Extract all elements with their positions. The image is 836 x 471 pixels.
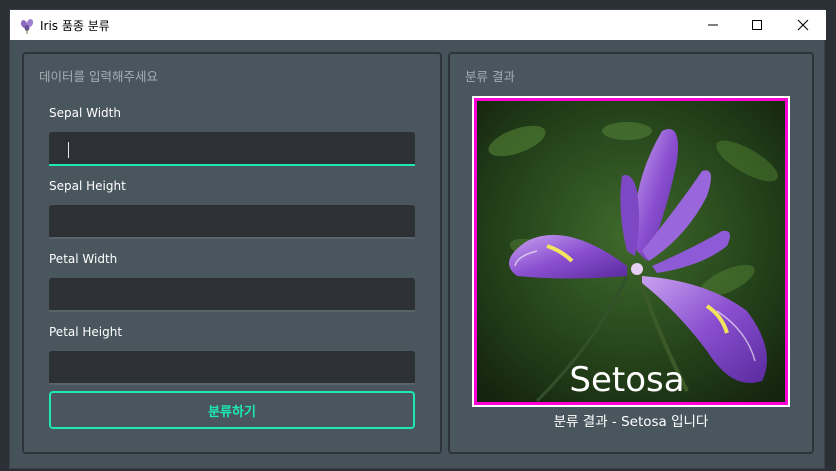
image-caption: Setosa (569, 360, 684, 400)
result-panel-title: 분류 결과 (465, 69, 515, 84)
input-panel-title: 데이터를 입력해주세요 (39, 69, 158, 84)
petal-width-input[interactable] (49, 278, 415, 312)
text-caret (68, 142, 69, 158)
petal-width-label: Petal Width (49, 252, 118, 266)
sepal-width-label: Sepal Width (49, 106, 121, 120)
window-title: Iris 품종 분류 (40, 19, 110, 33)
title-bar: Iris 품종 분류 (10, 10, 826, 40)
iris-flower-image: Setosa (477, 101, 785, 402)
classify-button[interactable]: 분류하기 (49, 391, 415, 429)
sepal-height-input[interactable] (49, 205, 415, 239)
iris-flower-icon (18, 16, 36, 34)
sepal-width-input[interactable] (49, 132, 415, 166)
result-text: 분류 결과 - Setosa 입니다 (553, 414, 709, 430)
result-image: Setosa (474, 98, 788, 405)
close-icon (797, 19, 809, 31)
close-button[interactable] (780, 10, 826, 40)
result-panel: 분류 결과 Setosa 분류 결과 - Setosa 입니다 (448, 52, 814, 454)
minimize-button[interactable] (690, 10, 736, 40)
petal-height-label: Petal Height (49, 325, 123, 339)
maximize-button[interactable] (734, 10, 780, 40)
petal-height-input[interactable] (49, 351, 415, 385)
input-panel: 데이터를 입력해주세요 Sepal Width Sepal Height Pet… (22, 52, 442, 454)
minimize-icon (708, 24, 718, 26)
maximize-icon (752, 20, 762, 30)
sepal-height-label: Sepal Height (49, 179, 126, 193)
app-window: Iris 품종 분류 데이터를 입력해주세요 Sepal Width Sepal… (9, 9, 826, 469)
